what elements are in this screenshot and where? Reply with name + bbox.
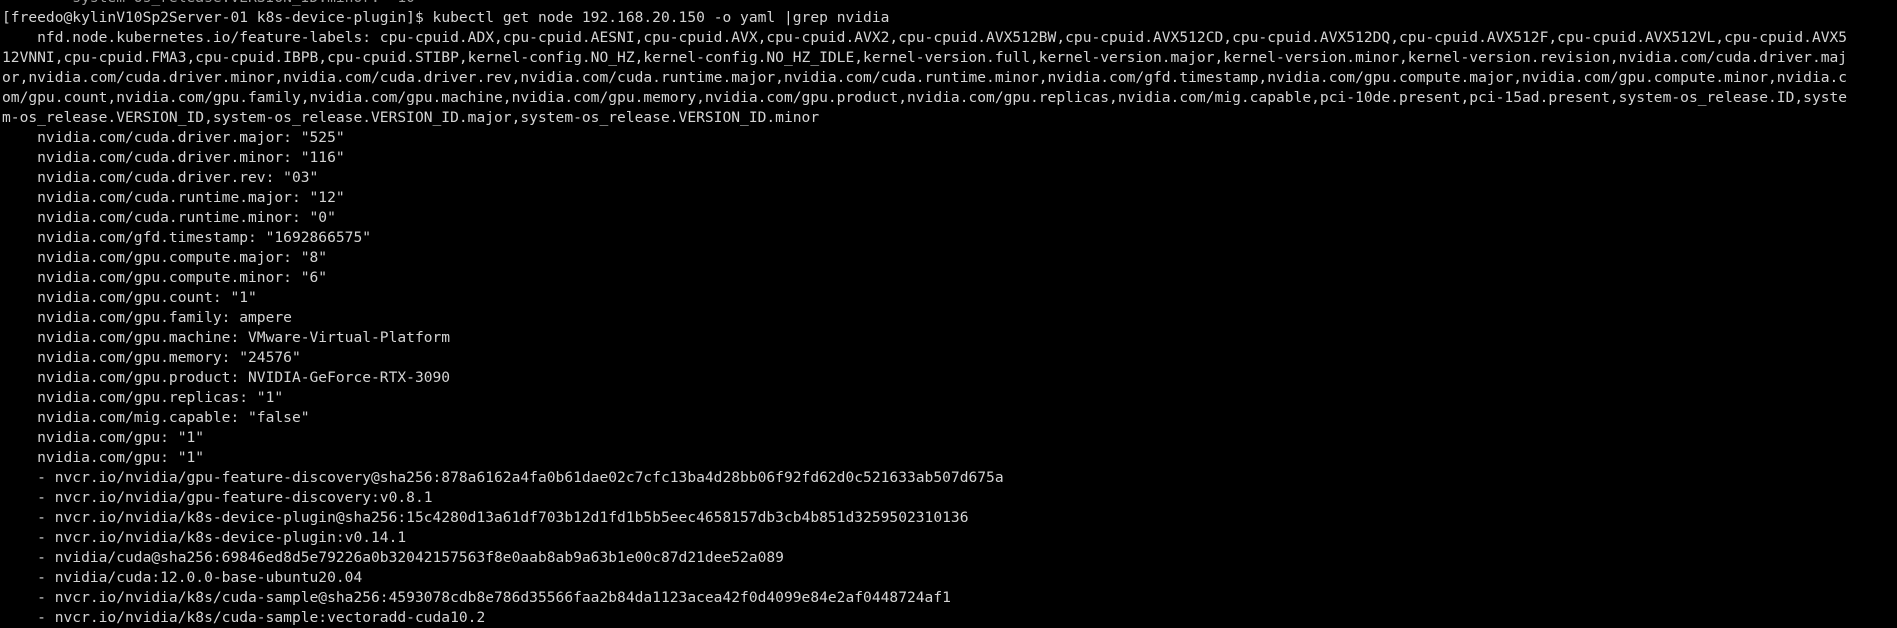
- output-line: nvidia.com/cuda.driver.minor: "116": [2, 149, 345, 166]
- output-line: nvidia.com/cuda.driver.major: "525": [2, 129, 345, 146]
- output-line: - nvcr.io/nvidia/k8s-device-plugin:v0.14…: [2, 529, 407, 546]
- output-line: - nvcr.io/nvidia/gpu-feature-discovery:v…: [2, 489, 433, 506]
- output-line: m-os_release.VERSION_ID,system-os_releas…: [2, 109, 820, 126]
- output-line: nvidia.com/cuda.runtime.minor: "0": [2, 209, 336, 226]
- output-line: nvidia.com/gpu.count: "1": [2, 289, 257, 306]
- output-line: nvidia.com/gpu.memory: "24576": [2, 349, 301, 366]
- output-line: 12VNNI,cpu-cpuid.FMA3,cpu-cpuid.IBPB,cpu…: [2, 49, 1848, 66]
- command-line: [freedo@kylinV10Sp2Server-01 k8s-device-…: [2, 8, 1897, 28]
- output-line: - nvcr.io/nvidia/k8s/cuda-sample@sha256:…: [2, 589, 951, 606]
- shell-prompt: [freedo@kylinV10Sp2Server-01 k8s-device-…: [2, 9, 433, 26]
- output-line: nvidia.com/mig.capable: "false": [2, 409, 310, 426]
- output-line: nvidia.com/cuda.runtime.major: "12": [2, 189, 345, 206]
- output-line: - nvidia/cuda@sha256:69846ed8d5e79226a0b…: [2, 549, 784, 566]
- output-line: nvidia.com/gpu: "1": [2, 449, 205, 466]
- output-line: nvidia.com/gpu.replicas: "1": [2, 389, 284, 406]
- output-line: nvidia.com/gpu.product: NVIDIA-GeForce-R…: [2, 369, 451, 386]
- output-line: om/gpu.count,nvidia.com/gpu.family,nvidi…: [2, 89, 1848, 106]
- scrolled-off-line: system-os_release.VERSION_ID.minor: "10": [2, 0, 1897, 8]
- command-text: kubectl get node 192.168.20.150 -o yaml …: [432, 9, 890, 26]
- output-line: nvidia.com/gpu: "1": [2, 429, 205, 446]
- terminal-line: system-os_release.VERSION_ID.minor: "10": [2, 0, 423, 8]
- command-output: nfd.node.kubernetes.io/feature-labels: c…: [2, 28, 1897, 628]
- output-line: nvidia.com/gpu.family: ampere: [2, 309, 292, 326]
- output-line: - nvcr.io/nvidia/k8s/cuda-sample:vectora…: [2, 609, 486, 626]
- output-line: - nvcr.io/nvidia/gpu-feature-discovery@s…: [2, 469, 1004, 486]
- output-line: - nvidia/cuda:12.0.0-base-ubuntu20.04: [2, 569, 363, 586]
- output-line: nvidia.com/cuda.driver.rev: "03": [2, 169, 319, 186]
- output-line: nvidia.com/gpu.compute.major: "8": [2, 249, 328, 266]
- output-line: nvidia.com/gpu.compute.minor: "6": [2, 269, 328, 286]
- output-line: nvidia.com/gfd.timestamp: "1692866575": [2, 229, 372, 246]
- output-line: or,nvidia.com/cuda.driver.minor,nvidia.c…: [2, 69, 1848, 86]
- output-line: - nvcr.io/nvidia/k8s-device-plugin@sha25…: [2, 509, 969, 526]
- terminal-window[interactable]: system-os_release.VERSION_ID.minor: "10"…: [0, 0, 1897, 628]
- output-line: nvidia.com/gpu.machine: VMware-Virtual-P…: [2, 329, 451, 346]
- output-line: nfd.node.kubernetes.io/feature-labels: c…: [2, 29, 1848, 46]
